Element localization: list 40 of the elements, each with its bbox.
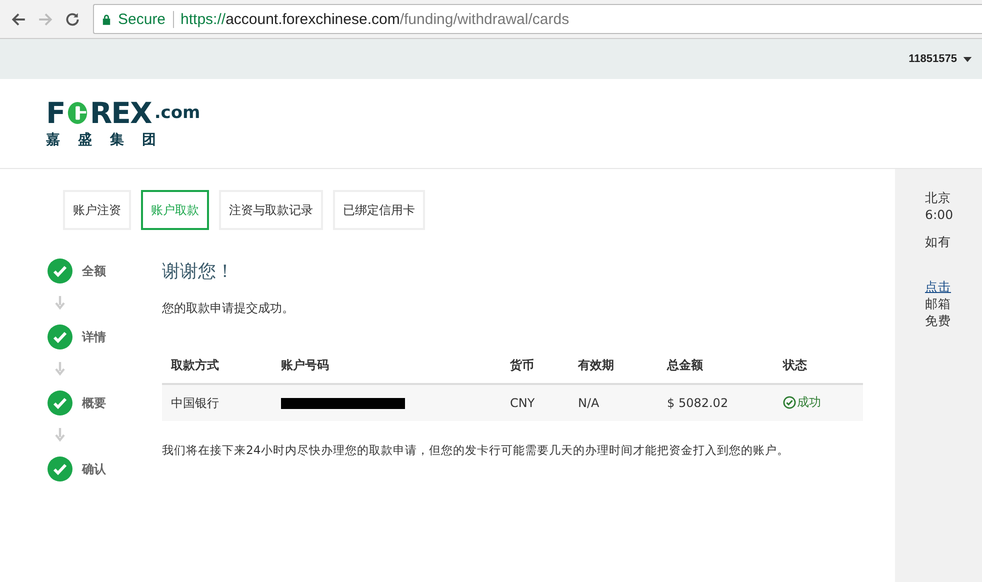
- caret-icon: [963, 56, 972, 62]
- success-message: 您的取款申请提交成功。: [162, 300, 295, 317]
- table-cell: CNY: [501, 384, 569, 421]
- logo-suffix: .com: [154, 102, 200, 122]
- tab[interactable]: 已绑定信用卡: [333, 190, 425, 230]
- url-text: https://account.forexchinese.com/funding/withdrawal/cards: [180, 10, 570, 28]
- side-text: 北京: [925, 189, 952, 206]
- status-text: 成功: [797, 394, 821, 411]
- logo-tagline-character: 盛: [78, 130, 92, 148]
- secure-label: Secure: [118, 10, 166, 28]
- table-cell: 中国银行: [162, 384, 272, 421]
- down-arrow-icon: [55, 296, 65, 310]
- side-text: 邮箱: [925, 295, 952, 312]
- step-label: 全额: [82, 262, 106, 280]
- processing-note: 我们将在接下来24小时内尽快办理您的取款申请，但您的发卡行可能需要几天的办理时间才能把资金打入到您的账户。: [162, 443, 790, 458]
- side-text: 如有: [925, 233, 952, 250]
- logo-tagline-character: 团: [142, 130, 156, 148]
- side-text: 6:00: [925, 206, 954, 223]
- logo-text: F: [46, 98, 65, 126]
- down-arrow-icon: [55, 362, 65, 376]
- page-heading: 谢谢您！: [162, 260, 235, 283]
- step-label: 详情: [82, 328, 106, 346]
- back-icon[interactable]: [10, 10, 27, 28]
- address-bar[interactable]: Secure https://account.forexchinese.com/funding/withdrawal/cards: [93, 4, 982, 34]
- step-label: 概要: [82, 394, 106, 412]
- tab[interactable]: 注资与取款记录: [219, 190, 323, 230]
- table-cell: $ 5082.02: [658, 384, 774, 421]
- logo-tagline-character: 嘉: [46, 130, 60, 148]
- logo-tagline-character: 集: [110, 130, 124, 148]
- help-link[interactable]: 点击: [925, 278, 982, 295]
- lock-icon: [102, 14, 111, 24]
- reload-icon[interactable]: [64, 10, 81, 28]
- table-cell: N/A: [569, 384, 658, 421]
- down-arrow-icon: [55, 428, 65, 442]
- logo-o-icon: [66, 100, 89, 126]
- account-dropdown[interactable]: 11851575: [908, 53, 972, 65]
- logo-text: REX: [90, 98, 152, 126]
- step-label: 确认: [82, 460, 106, 478]
- side-text: 免费: [925, 312, 952, 329]
- tab[interactable]: 账户注资: [63, 190, 131, 230]
